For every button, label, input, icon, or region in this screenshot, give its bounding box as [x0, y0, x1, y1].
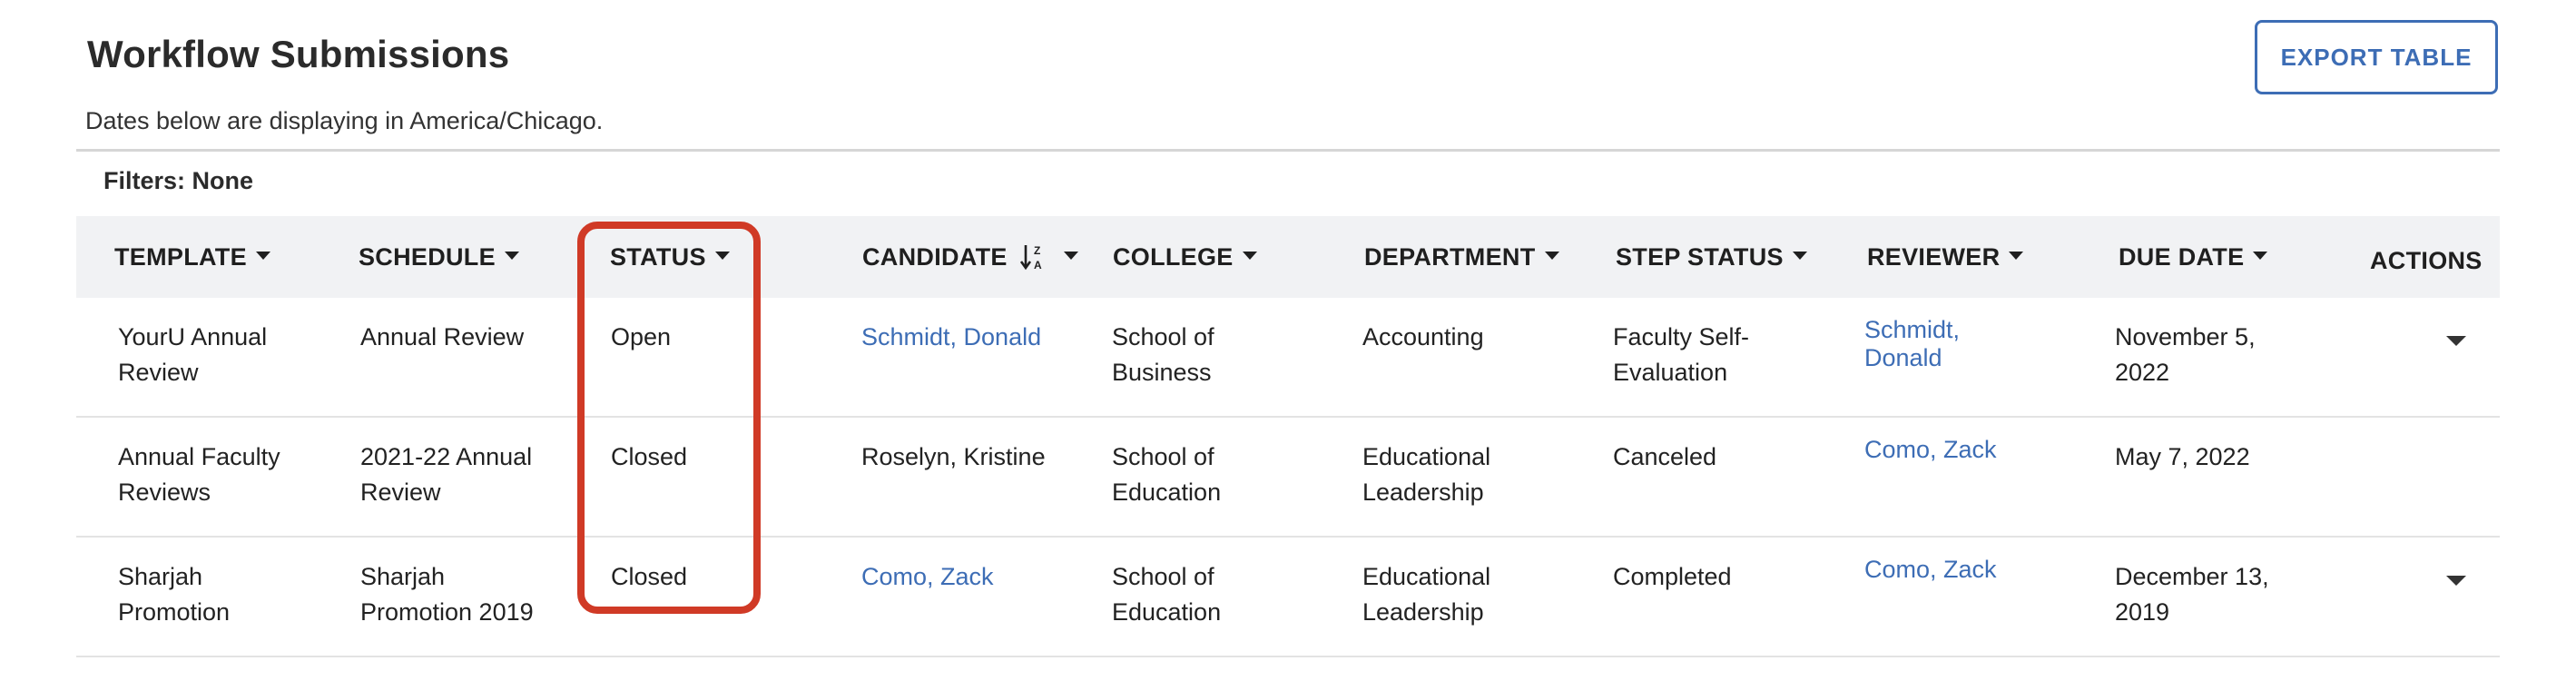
cell-college: School of Education	[1112, 563, 1222, 626]
candidate-link[interactable]: Schmidt, Donald	[861, 320, 1097, 355]
caret-down-icon	[255, 251, 270, 260]
cell-status: Closed	[611, 563, 688, 590]
column-header-label: DUE DATE	[2119, 242, 2245, 271]
export-table-button[interactable]: EXPORT TABLE	[2255, 20, 2498, 94]
caret-down-icon	[1544, 251, 1559, 260]
cell-status: Open	[611, 323, 672, 350]
column-header-college[interactable]: COLLEGE	[1113, 216, 1257, 298]
cell-candidate: Roselyn, Kristine	[861, 443, 1046, 470]
column-header-label: STEP STATUS	[1616, 242, 1784, 271]
actions-dropdown-icon[interactable]	[2446, 336, 2466, 346]
cell-due-date: November 5, 2022	[2115, 323, 2256, 386]
cell-schedule: 2021-22 Annual Review	[360, 443, 533, 506]
caret-down-icon[interactable]	[1063, 251, 1078, 260]
reviewer-link[interactable]: Como, Zack	[1864, 436, 2064, 464]
timezone-note: Dates below are displaying in America/Ch…	[85, 107, 604, 134]
column-header-template[interactable]: TEMPLATE	[114, 216, 270, 298]
cell-step-status: Canceled	[1613, 443, 1717, 470]
candidate-link[interactable]: Como, Zack	[861, 559, 1097, 595]
cell-schedule: Sharjah Promotion 2019	[360, 563, 534, 626]
caret-down-icon	[2009, 251, 2024, 260]
table-row: Annual Faculty Reviews 2021-22 Annual Re…	[76, 418, 2500, 538]
reviewer-link[interactable]: Schmidt, Donald	[1864, 316, 2010, 372]
column-header-label: CANDIDATE	[862, 242, 1008, 271]
workflow-submissions-page: Workflow Submissions Dates below are dis…	[0, 0, 2576, 681]
column-header-label: STATUS	[610, 242, 706, 271]
cell-department: Accounting	[1362, 323, 1484, 350]
table-row: YourU Annual Review Annual Review Open S…	[76, 298, 2500, 418]
column-header-department[interactable]: DEPARTMENT	[1364, 216, 1559, 298]
column-header-schedule[interactable]: SCHEDULE	[359, 216, 519, 298]
caret-down-icon	[504, 251, 519, 260]
column-header-label: ACTIONS	[2370, 246, 2483, 274]
cell-college: School of Business	[1112, 323, 1214, 386]
cell-due-date: May 7, 2022	[2115, 443, 2250, 470]
column-header-label: SCHEDULE	[359, 242, 496, 271]
reviewer-link[interactable]: Como, Zack	[1864, 556, 2064, 584]
cell-step-status: Completed	[1613, 563, 1732, 590]
filters-label: Filters: None	[103, 167, 254, 194]
caret-down-icon	[1242, 251, 1257, 260]
column-header-label: TEMPLATE	[114, 242, 247, 271]
cell-status: Closed	[611, 443, 688, 470]
column-header-step-status[interactable]: STEP STATUS	[1616, 216, 1807, 298]
cell-step-status: Faculty Self-Evaluation	[1613, 323, 1750, 386]
column-header-label: REVIEWER	[1867, 242, 2001, 271]
column-header-label: DEPARTMENT	[1364, 242, 1536, 271]
column-header-status[interactable]: STATUS	[610, 216, 730, 298]
column-header-actions: ACTIONS	[2370, 220, 2483, 301]
cell-template: YourU Annual Review	[118, 323, 268, 386]
actions-dropdown-icon[interactable]	[2446, 576, 2466, 586]
cell-template: Sharjah Promotion	[118, 563, 231, 626]
table-row: Sharjah Promotion Sharjah Promotion 2019…	[76, 538, 2500, 657]
sort-alpha-down-icon[interactable]: Z A	[1019, 242, 1046, 271]
cell-college: School of Education	[1112, 443, 1222, 506]
cell-due-date: December 13, 2019	[2115, 563, 2269, 626]
caret-down-icon	[1792, 251, 1807, 260]
column-header-label: COLLEGE	[1113, 242, 1234, 271]
divider	[76, 149, 2500, 152]
cell-department: Educational Leadership	[1362, 443, 1491, 506]
column-header-candidate[interactable]: CANDIDATE Z A	[862, 216, 1078, 298]
cell-schedule: Annual Review	[360, 323, 525, 350]
cell-department: Educational Leadership	[1362, 563, 1491, 626]
svg-text:Z: Z	[1034, 244, 1041, 257]
cell-template: Annual Faculty Reviews	[118, 443, 280, 506]
caret-down-icon	[2253, 251, 2268, 260]
column-header-reviewer[interactable]: REVIEWER	[1867, 216, 2024, 298]
caret-down-icon	[714, 251, 730, 260]
svg-text:A: A	[1034, 259, 1042, 271]
column-header-due-date[interactable]: DUE DATE	[2119, 216, 2268, 298]
page-title: Workflow Submissions	[87, 33, 510, 75]
table-header: TEMPLATE SCHEDULE STATUS CANDIDATE Z A C…	[76, 216, 2500, 298]
